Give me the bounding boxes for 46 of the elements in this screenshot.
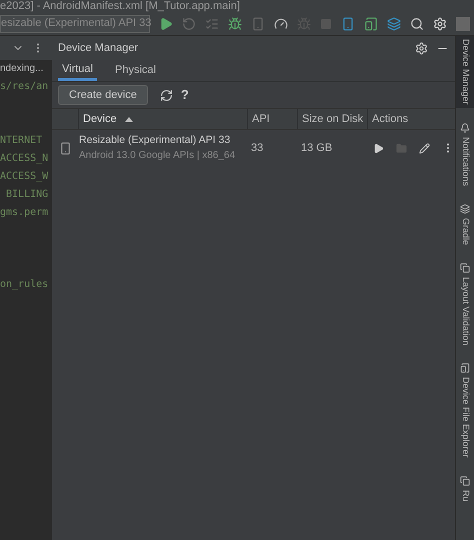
window-icon — [460, 476, 470, 486]
code-line: NTERNET — [0, 134, 44, 148]
device-details: Android 13.0 Google APIs | x86_64 — [79, 149, 236, 164]
edit-icon[interactable] — [419, 142, 430, 154]
side-tab[interactable]: Device Manager — [456, 36, 474, 108]
panel-title: Device Manager — [58, 40, 140, 56]
column-header[interactable]: API — [247, 109, 297, 129]
side-tab[interactable]: Notifications — [456, 120, 474, 189]
tablet-icon — [460, 362, 470, 373]
tab[interactable]: Virtual — [58, 60, 97, 81]
play-icon[interactable] — [373, 142, 384, 154]
column-header[interactable]: Device — [78, 109, 247, 129]
window-icon — [460, 262, 470, 273]
gauge-icon[interactable] — [274, 16, 288, 30]
column-header[interactable]: Size on Disk — [297, 109, 367, 129]
layers-icon[interactable] — [387, 16, 401, 30]
sort-icon — [124, 116, 133, 122]
size-cell-text: 13 GB — [300, 140, 334, 156]
layers-icon — [460, 204, 470, 214]
side-tab[interactable]: Ru — [456, 472, 474, 504]
bell-icon — [460, 122, 470, 133]
side-tab[interactable]: Device File Explorer — [456, 360, 474, 460]
api-cell-text: 33 — [250, 140, 264, 156]
code-line: BILLING — [5, 188, 50, 202]
code-line: on_rules — [0, 278, 50, 292]
tab[interactable]: Physical — [110, 60, 160, 81]
side-tab[interactable]: Gradle — [456, 200, 474, 248]
settings-icon[interactable] — [415, 42, 428, 54]
device-name: Resizable (Experimental) API 33 — [79, 132, 232, 148]
create-device-button[interactable]: Create device — [58, 85, 148, 105]
phone-icon — [58, 142, 72, 154]
run-icon[interactable] — [159, 16, 173, 30]
settings-icon[interactable] — [433, 16, 447, 30]
refresh-icon[interactable] — [160, 88, 173, 102]
tablet-icon[interactable] — [364, 16, 378, 30]
side-tab[interactable]: Layout Validation — [456, 260, 474, 348]
code-line: s/res/an — [0, 80, 50, 94]
search-icon[interactable] — [410, 16, 424, 30]
code-line: ACCESS_N — [0, 152, 50, 166]
bug-icon[interactable] — [228, 16, 242, 30]
code-line: gms.perm — [0, 206, 50, 220]
window-title: e2023] - AndroidManifest.xml [M_Tutor.app.main] — [0, 1, 240, 12]
indexing-status: ndexing... — [0, 62, 44, 76]
phone-icon[interactable] — [341, 16, 355, 30]
help-button[interactable]: ? — [180, 85, 189, 105]
code-line: ACCESS_W — [0, 170, 50, 184]
